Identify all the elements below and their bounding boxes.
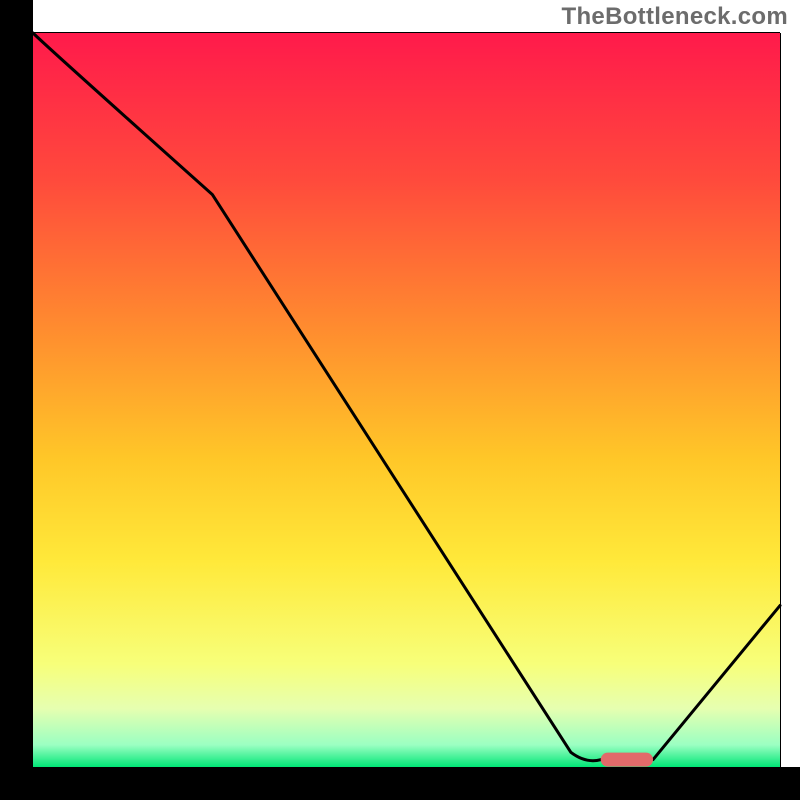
- axis-right: [780, 33, 781, 767]
- axis-left: [0, 0, 33, 800]
- optimal-marker: [601, 753, 653, 767]
- axis-top: [33, 32, 780, 33]
- plot-background: [33, 33, 780, 767]
- bottleneck-chart: [0, 0, 800, 800]
- axis-bottom: [0, 767, 800, 800]
- watermark-label: TheBottleneck.com: [562, 3, 788, 31]
